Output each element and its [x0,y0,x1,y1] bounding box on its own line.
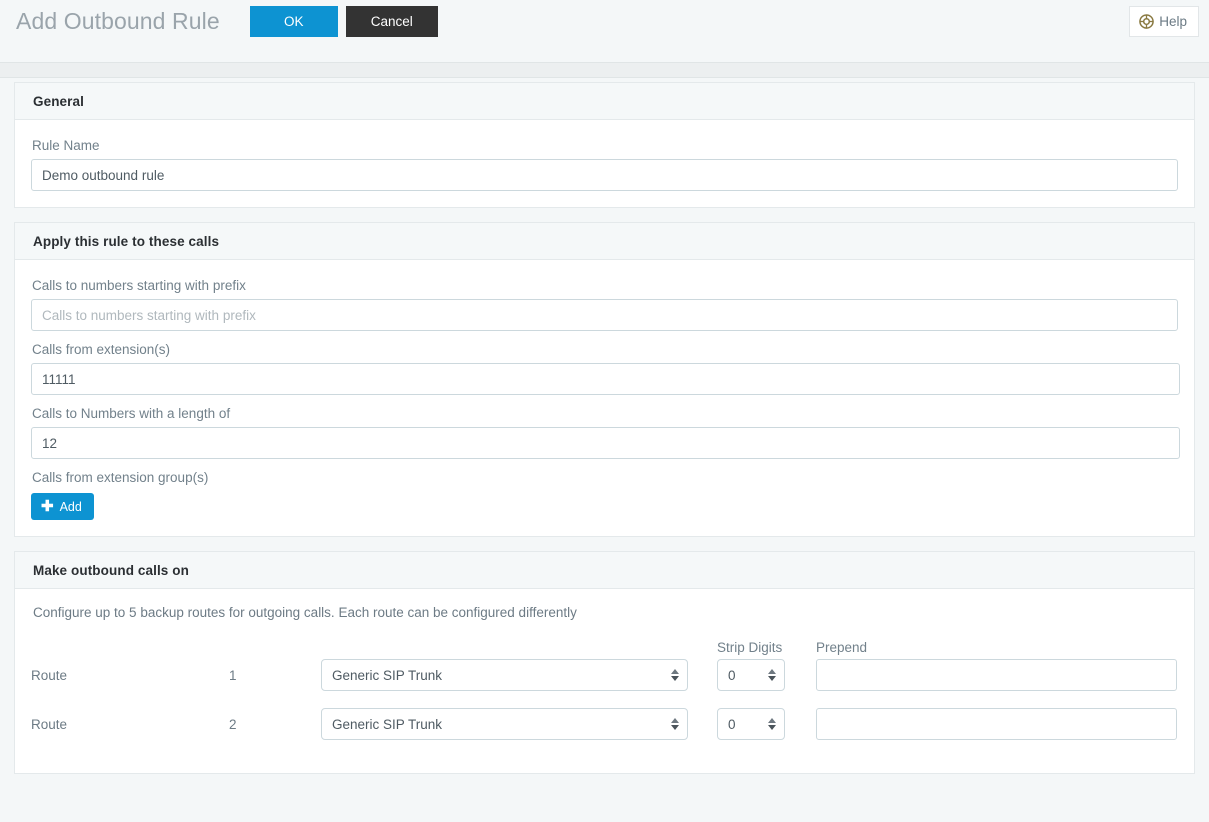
general-section-title: General [33,94,84,109]
number-length-input[interactable] [31,427,1180,459]
number-length-field-group: Calls to Numbers with a length of [31,406,1180,459]
apply-rules-section-title: Apply this rule to these calls [33,234,220,249]
rule-name-label: Rule Name [32,138,100,153]
general-panel: General Rule Name [14,82,1195,208]
page-header: Add Outbound Rule OK Cancel Help [0,0,1209,62]
rule-name-input[interactable] [31,159,1178,191]
outbound-panel-body: Configure up to 5 backup routes for outg… [15,589,1194,773]
prefix-field-group: Calls to numbers starting with prefix [31,278,1178,331]
table-row: Route 2 Generic SIP Trunk [31,708,1178,740]
route-label: Route [31,667,68,683]
routes-table: Strip Digits Prepend Route 1 Generic SIP… [31,640,1178,740]
route-strip-cell [717,708,816,740]
extensions-field-group: Calls from extension(s) [31,342,1180,395]
strip-digits-input[interactable] [717,708,785,740]
routes-table-header: Strip Digits Prepend [31,640,1178,655]
prepend-input[interactable] [816,659,1177,691]
col-header-prepend: Prepend [816,640,868,655]
trunk-select[interactable]: Generic SIP Trunk [321,659,688,691]
outbound-routes-panel: Make outbound calls on Configure up to 5… [14,551,1195,774]
extensions-input[interactable] [31,363,1180,395]
extensions-label: Calls from extension(s) [32,342,171,357]
lifebuoy-icon [1139,14,1155,29]
add-extension-group-button[interactable]: ✚ Add [31,493,94,520]
help-button[interactable]: Help [1129,6,1199,37]
route-strip-cell [717,659,816,691]
trunk-select[interactable]: Generic SIP Trunk [321,708,688,740]
outbound-description: Configure up to 5 backup routes for outg… [33,605,577,620]
add-button-label: Add [59,499,82,514]
route-trunk-cell: Generic SIP Trunk [321,659,717,691]
apply-rules-panel-header: Apply this rule to these calls [15,223,1194,260]
prefix-label: Calls to numbers starting with prefix [32,278,246,293]
route-number: 1 [229,667,237,683]
table-row: Route 1 Generic SIP Trunk [31,659,1178,691]
route-label: Route [31,716,68,732]
header-divider-band [0,62,1209,78]
page-content: General Rule Name Apply this rule to the… [0,82,1209,774]
extension-group-label: Calls from extension group(s) [32,470,209,485]
plus-icon: ✚ [41,497,54,515]
header-actions: OK Cancel [249,0,438,37]
outbound-section-title: Make outbound calls on [33,563,189,578]
prefix-input[interactable] [31,299,1178,331]
col-header-strip-digits: Strip Digits [717,640,783,655]
route-prepend-cell [816,708,1178,740]
apply-rules-panel: Apply this rule to these calls Calls to … [14,222,1195,537]
prepend-input[interactable] [816,708,1177,740]
outbound-panel-header: Make outbound calls on [15,552,1194,589]
page-title: Add Outbound Rule [16,8,220,34]
strip-digits-input[interactable] [717,659,785,691]
help-button-label: Help [1159,14,1187,29]
route-number: 2 [229,716,237,732]
general-panel-header: General [15,83,1194,120]
route-prepend-cell [816,659,1178,691]
number-length-label: Calls to Numbers with a length of [32,406,231,421]
ok-button[interactable]: OK [249,6,338,37]
route-trunk-cell: Generic SIP Trunk [321,708,717,740]
apply-rules-panel-body: Calls to numbers starting with prefix Ca… [15,260,1194,536]
general-panel-body: Rule Name [15,120,1194,207]
extension-group-field-group: Calls from extension group(s) ✚ Add [31,470,1178,520]
cancel-button[interactable]: Cancel [345,6,438,37]
